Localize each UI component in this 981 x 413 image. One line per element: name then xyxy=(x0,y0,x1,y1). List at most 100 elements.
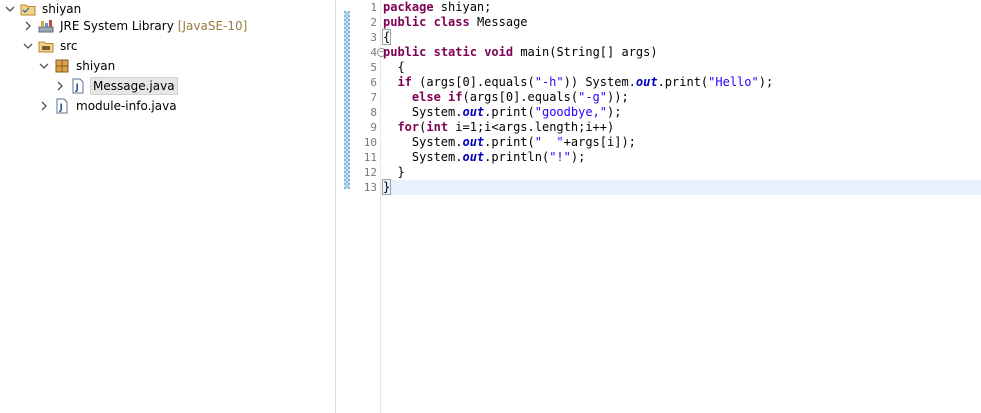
code-token: System. xyxy=(383,105,463,119)
code-token: Message xyxy=(469,15,528,29)
package-icon xyxy=(54,58,70,74)
vertical-ruler xyxy=(337,0,343,413)
code-token: main(String[] args) xyxy=(513,45,658,59)
keyword-token: else xyxy=(411,90,441,104)
tree-item-module-info[interactable]: J module-info.java xyxy=(38,97,179,115)
keyword-token: package xyxy=(383,0,434,14)
code-line[interactable]: for(int i=1;i<args.length;i++) xyxy=(381,120,981,135)
keyword-token: for xyxy=(397,120,420,134)
tree-item-label: src xyxy=(60,39,78,53)
code-token: )); xyxy=(607,90,629,104)
tree-item-project[interactable]: shiyan xyxy=(4,0,83,18)
svg-text:J: J xyxy=(59,103,63,113)
quick-diff-change-marker[interactable] xyxy=(344,11,350,189)
code-token: { xyxy=(383,60,405,74)
line-number: 5 xyxy=(370,61,377,74)
field-token: out xyxy=(462,150,485,164)
code-token: ); xyxy=(758,75,774,89)
string-token: "-h" xyxy=(534,75,564,89)
code-line[interactable]: { xyxy=(381,29,981,45)
code-line[interactable]: System.out.print("goodbye,"); xyxy=(381,105,981,120)
svg-text:J: J xyxy=(75,83,79,93)
keyword-token: static xyxy=(433,45,477,59)
chevron-right-icon[interactable] xyxy=(38,100,50,112)
chevron-right-icon[interactable] xyxy=(22,20,34,32)
code-line[interactable]: System.out.print(" "+args[i]); xyxy=(381,135,981,150)
line-number: 7 xyxy=(370,91,377,104)
keyword-token: if xyxy=(448,90,463,104)
code-line[interactable]: package shiyan; xyxy=(381,0,981,15)
tree-item-src[interactable]: src xyxy=(22,37,80,55)
keyword-token: public xyxy=(383,15,427,29)
keyword-token: public xyxy=(383,45,427,59)
code-line[interactable]: if (args[0].equals("-h")) System.out.pri… xyxy=(381,75,981,90)
java-file-icon: J xyxy=(54,98,70,114)
string-token: " " xyxy=(534,135,564,149)
library-version-decoration: [JavaSE-10] xyxy=(177,19,248,33)
code-line-text: System.out.println("!"); xyxy=(381,150,585,164)
code-line[interactable]: else if(args[0].equals("-g")); xyxy=(381,90,981,105)
code-line[interactable]: } xyxy=(381,165,981,180)
code-token: .print( xyxy=(484,135,535,149)
code-editor[interactable]: 1 2 3 4−5 6 7 8 9 10 11 12 13 package shiyan; public… xyxy=(337,0,981,413)
chevron-down-icon[interactable] xyxy=(4,3,16,15)
string-token: "-g" xyxy=(578,90,607,104)
code-text-area[interactable]: package shiyan; public class Message{publ… xyxy=(381,0,981,413)
line-number: 1 xyxy=(370,1,377,14)
line-number: 8 xyxy=(370,106,377,119)
code-token: (args[0].equals( xyxy=(411,75,535,89)
code-token: i=1;i<args.length;i++) xyxy=(448,120,615,134)
package-explorer: shiyan JRE System Library [JavaSE-10] sr… xyxy=(0,0,336,413)
code-token: System. xyxy=(383,150,463,164)
chevron-down-icon[interactable] xyxy=(38,60,50,72)
tree-item-label: shiyan xyxy=(42,2,82,16)
line-number: 2 xyxy=(370,16,377,29)
string-token: "goodbye," xyxy=(534,105,607,119)
code-line-text: public class Message xyxy=(381,15,528,29)
matching-brace: } xyxy=(381,179,392,195)
code-line-text: public static void main(String[] args) xyxy=(381,45,658,59)
chevron-down-icon[interactable] xyxy=(22,40,34,52)
line-number: 12 xyxy=(363,166,377,179)
code-line-text: } xyxy=(381,165,405,179)
code-token: System. xyxy=(383,135,463,149)
text-cursor xyxy=(390,180,392,193)
code-line[interactable]: public class Message xyxy=(381,15,981,30)
code-token: } xyxy=(383,165,405,179)
code-line-text: if (args[0].equals("-h")) System.out.pri… xyxy=(381,75,773,89)
string-token: "!" xyxy=(549,150,571,164)
code-token: .print( xyxy=(484,105,535,119)
code-line-text: { xyxy=(381,29,392,45)
code-line-text: System.out.print(" "+args[i]); xyxy=(381,135,636,149)
code-line[interactable]: public static void main(String[] args) xyxy=(381,45,981,60)
tree-item-message-java[interactable]: J Message.java xyxy=(54,77,178,95)
code-line[interactable]: System.out.println("!"); xyxy=(381,150,981,165)
field-token: out xyxy=(462,135,485,149)
tree-item-label: Message.java xyxy=(90,77,178,95)
field-token: out xyxy=(635,75,658,89)
line-number: 3 xyxy=(370,31,377,44)
line-number: 6 xyxy=(370,76,377,89)
code-line-text: for(int i=1;i<args.length;i++) xyxy=(381,120,614,134)
string-token: "Hello" xyxy=(708,75,759,89)
library-name: JRE System Library xyxy=(60,19,174,33)
chevron-right-icon[interactable] xyxy=(54,80,66,92)
tree-item-jre-library[interactable]: JRE System Library [JavaSE-10] xyxy=(22,17,249,35)
line-number-gutter: 1 2 3 4−5 6 7 8 9 10 11 12 13 xyxy=(351,0,386,413)
java-file-icon: J xyxy=(70,78,86,94)
keyword-token: void xyxy=(484,45,514,59)
line-number: 13 xyxy=(363,181,377,194)
tree-item-label: JRE System Library [JavaSE-10] xyxy=(58,18,249,34)
code-line[interactable]: } xyxy=(381,179,981,195)
code-token: shiyan; xyxy=(433,0,492,14)
code-token: (args[0].equals( xyxy=(462,90,579,104)
source-folder-icon xyxy=(38,38,54,54)
code-token: .print( xyxy=(657,75,709,89)
code-line[interactable]: { xyxy=(381,60,981,75)
tree-item-package[interactable]: shiyan xyxy=(38,57,117,75)
